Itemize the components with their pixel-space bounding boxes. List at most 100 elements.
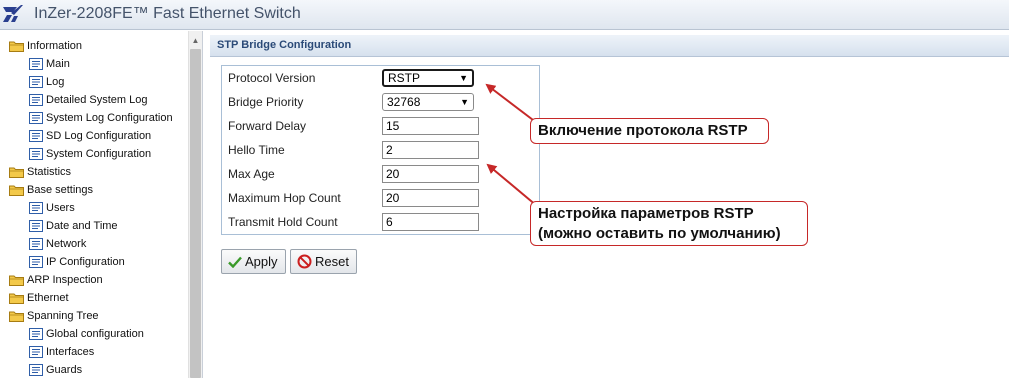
hello-time-label: Hello Time [228,143,285,157]
sidebar-item-label: Date and Time [46,220,118,232]
folder-icon [9,167,24,178]
protocol-version-select[interactable]: RSTP ▼ [382,69,474,87]
page-icon [29,220,43,232]
sidebar-item-main[interactable]: Main [0,55,188,73]
sidebar-item-label: Main [46,58,70,70]
sidebar-item-label: Log [46,76,65,88]
scroll-up-arrow-icon[interactable]: ▲ [189,35,202,47]
form-row-hello-time: Hello Time 2 [222,138,539,162]
sidebar-item-network[interactable]: Network [0,235,188,253]
page-icon [29,112,43,124]
transmit-hold-count-label: Transmit Hold Count [228,215,338,229]
sidebar-item-system-log-configuration[interactable]: System Log Configuration [0,109,188,127]
max-hop-count-input[interactable]: 20 [382,189,479,207]
folder-icon [9,185,24,196]
form-row-bridge-priority: Bridge Priority 32768 ▼ [222,90,539,114]
sidebar-item-interfaces[interactable]: Interfaces [0,343,188,361]
folder-icon [9,311,24,322]
folder-icon [9,293,24,304]
page-icon [29,256,43,268]
stp-bridge-form: Protocol Version RSTP ▼ Bridge Priority … [221,65,540,235]
section-title: STP Bridge Configuration [217,39,352,51]
sidebar-item-label: Base settings [27,184,94,196]
sidebar-item-label: IP Configuration [46,256,125,268]
app-title: InZer-2208FE™ Fast Ethernet Switch [34,5,301,22]
page-icon [29,202,43,214]
forward-delay-input[interactable]: 15 [382,117,479,135]
sidebar-item-users[interactable]: Users [0,199,188,217]
callout-text: Включение протокола RSTP [538,122,748,139]
forward-delay-label: Forward Delay [228,119,307,133]
title-bar: InZer-2208FE™ Fast Ethernet Switch [0,0,1009,30]
callout-text-line1: Настройка параметров RSTP [538,205,754,222]
sidebar-item-label: Ethernet [27,292,69,304]
sidebar-item-sd-log-configuration[interactable]: SD Log Configuration [0,127,188,145]
sidebar-item-label: Network [46,238,87,250]
max-age-label: Max Age [228,167,275,181]
page-icon [29,130,43,142]
page-icon [29,94,43,106]
reset-button[interactable]: Reset [290,249,357,274]
form-row-max-hop-count: Maximum Hop Count 20 [222,186,539,210]
callout-text-line2: (можно оставить по умолчанию) [538,225,781,242]
form-row-max-age: Max Age 20 [222,162,539,186]
protocol-version-value: RSTP [388,71,421,85]
sidebar-item-label: Guards [46,364,83,376]
bridge-priority-value: 32768 [387,95,421,109]
folder-icon [9,275,24,286]
page-icon [29,328,43,340]
page-icon [29,148,43,160]
page-icon [29,58,43,70]
page-icon [29,346,43,358]
sidebar-item-ip-configuration[interactable]: IP Configuration [0,253,188,271]
annotation-callout-params: Настройка параметров RSTP (можно оставит… [530,201,808,246]
sidebar-item-label: System Log Configuration [46,112,173,124]
apply-button[interactable]: Apply [221,249,286,274]
sidebar-item-global-configuration[interactable]: Global configuration [0,325,188,343]
sidebar-item-statistics[interactable]: Statistics [0,163,188,181]
sidebar-item-information[interactable]: Information [0,37,188,55]
chevron-down-icon: ▼ [459,73,468,83]
sidebar-item-label: System Configuration [46,148,152,160]
brand-logo [3,5,23,22]
sidebar-item-log[interactable]: Log [0,73,188,91]
sidebar-item-label: Statistics [27,166,72,178]
sidebar-item-label: ARP Inspection [27,274,103,286]
transmit-hold-count-input[interactable]: 6 [382,213,479,231]
sidebar-item-base-settings[interactable]: Base settings [0,181,188,199]
nav-tree: Information Main Log Detailed System Log… [0,37,188,378]
page-icon [29,76,43,88]
form-row-forward-delay: Forward Delay 15 [222,114,539,138]
bridge-priority-label: Bridge Priority [228,95,304,109]
folder-icon [9,41,24,52]
sidebar-item-label: Interfaces [46,346,95,358]
sidebar-item-system-configuration[interactable]: System Configuration [0,145,188,163]
apply-button-label: Apply [245,254,278,269]
sidebar-item-date-and-time[interactable]: Date and Time [0,217,188,235]
section-header: STP Bridge Configuration [210,35,1009,57]
sidebar-item-label: SD Log Configuration [46,130,152,142]
sidebar-item-guards[interactable]: Guards [0,361,188,378]
hello-time-input[interactable]: 2 [382,141,479,159]
sidebar-item-label: Users [46,202,75,214]
max-age-input[interactable]: 20 [382,165,479,183]
sidebar-item-spanning-tree[interactable]: Spanning Tree [0,307,188,325]
page-icon [29,364,43,376]
sidebar-item-label: Global configuration [46,328,144,340]
sidebar-item-detailed-system-log[interactable]: Detailed System Log [0,91,188,109]
annotation-callout-rstp: Включение протокола RSTP [530,118,769,144]
stp-bridge-table: Protocol Version RSTP ▼ Bridge Priority … [222,66,539,234]
checkmark-icon [228,256,242,268]
sidebar-item-label: Information [27,40,83,52]
prohibited-icon [297,254,312,269]
scroll-thumb[interactable] [190,49,201,378]
sidebar-scrollbar[interactable]: ▲ [188,31,202,378]
sidebar-item-arp-inspection[interactable]: ARP Inspection [0,271,188,289]
sidebar-item-ethernet[interactable]: Ethernet [0,289,188,307]
form-row-protocol-version: Protocol Version RSTP ▼ [222,66,539,90]
page-icon [29,238,43,250]
sidebar: Information Main Log Detailed System Log… [0,31,203,378]
reset-button-label: Reset [315,254,349,269]
bridge-priority-select[interactable]: 32768 ▼ [382,93,474,111]
protocol-version-label: Protocol Version [228,71,316,85]
